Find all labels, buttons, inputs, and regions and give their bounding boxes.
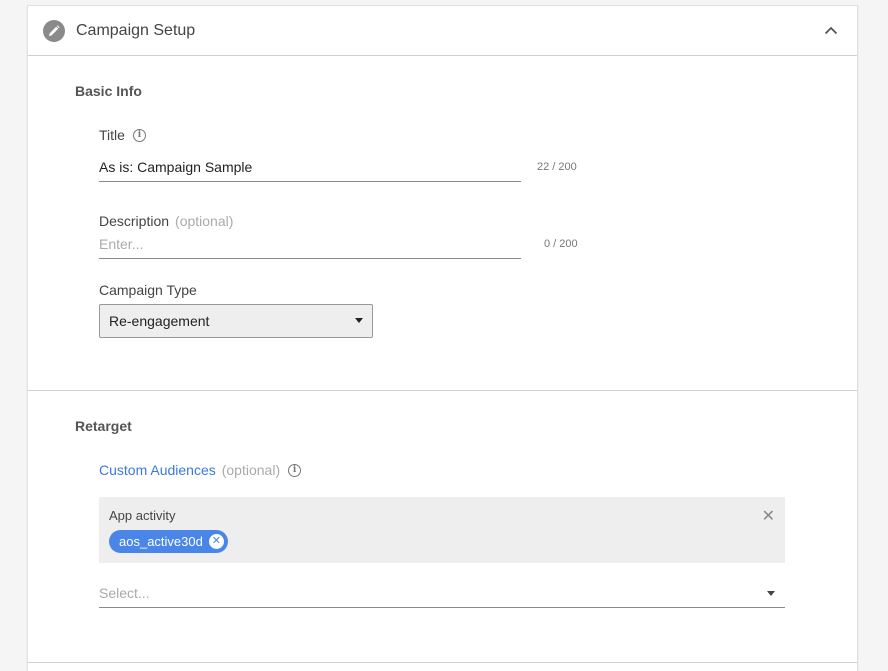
chip-label: aos_active30d (119, 534, 203, 549)
campaign-setup-card: Campaign Setup Basic Info Title i 22 / 2… (27, 5, 858, 671)
dropdown-caret-icon (767, 591, 775, 596)
info-icon[interactable]: i (288, 463, 302, 477)
card-header[interactable]: Campaign Setup (28, 6, 857, 56)
custom-audiences-link[interactable]: Custom Audiences (99, 462, 216, 478)
campaign-type-select[interactable]: Re-engagement (99, 304, 373, 338)
select-placeholder: Select... (99, 584, 150, 601)
info-icon[interactable]: i (132, 128, 146, 142)
description-label-text: Description (99, 213, 170, 229)
basic-info-section: Basic Info Title i 22 / 200 Description … (28, 56, 857, 391)
pencil-icon (43, 19, 65, 42)
basic-info-heading: Basic Info (75, 83, 142, 99)
description-input[interactable] (99, 236, 521, 259)
chevron-up-icon[interactable] (823, 22, 839, 38)
description-char-counter: 0 / 200 (544, 238, 578, 250)
campaign-type-value: Re-engagement (109, 313, 210, 329)
campaign-type-label: Campaign Type (99, 282, 197, 298)
section-title: Campaign Setup (76, 21, 196, 39)
close-icon[interactable]: ✕ (762, 509, 775, 525)
filter-title: App activity (109, 508, 176, 523)
title-input[interactable] (99, 159, 521, 182)
audience-chip: aos_active30d ✕ (109, 530, 228, 553)
dropdown-caret-icon (355, 318, 363, 323)
title-label-text: Title (99, 127, 125, 143)
retarget-heading: Retarget (75, 418, 132, 434)
optional-label: (optional) (175, 213, 234, 229)
remove-chip-icon[interactable]: ✕ (208, 534, 224, 549)
audience-select[interactable]: Select... (99, 578, 785, 608)
optional-label: (optional) (221, 462, 281, 478)
title-char-counter: 22 / 200 (537, 161, 577, 173)
custom-audiences-label: Custom Audiences (optional) i (99, 462, 302, 478)
description-label: Description (optional) (99, 213, 233, 229)
app-activity-filter: App activity ✕ aos_active30d ✕ (99, 497, 785, 563)
title-label: Title i (99, 127, 146, 143)
retarget-section: Retarget Custom Audiences (optional) i A… (28, 391, 857, 663)
